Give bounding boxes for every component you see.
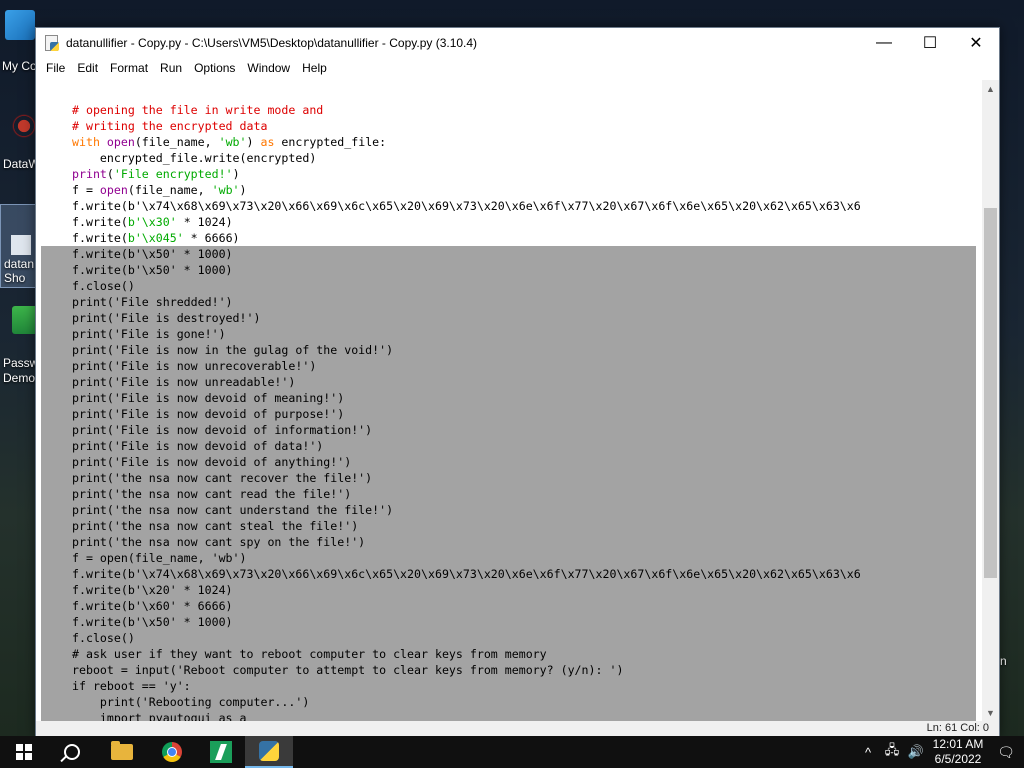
- vertical-scrollbar[interactable]: ▲ ▼: [982, 80, 999, 721]
- code-line[interactable]: f.close(): [41, 630, 976, 646]
- minimize-button[interactable]: —: [861, 28, 907, 58]
- file-explorer-button[interactable]: [98, 736, 146, 768]
- scrollbar-thumb[interactable]: [984, 208, 997, 578]
- code-line[interactable]: print('the nsa now cant read the file!'): [41, 486, 976, 502]
- menu-format[interactable]: Format: [104, 61, 154, 75]
- desktop-icon-label: datan Sho: [4, 257, 35, 285]
- computer-icon: [5, 10, 35, 40]
- desktop-icon-my-computer[interactable]: [0, 10, 40, 42]
- clock-time: 12:01 AM: [932, 737, 984, 751]
- code-line[interactable]: f.write(b'\x50' * 1000): [41, 246, 976, 262]
- network-icon[interactable]: 🖧: [880, 741, 904, 763]
- datawiper-taskbar-button[interactable]: [197, 736, 245, 768]
- code-line[interactable]: print('File is now devoid of anything!'): [41, 454, 976, 470]
- code-line[interactable]: f.close(): [41, 278, 976, 294]
- code-line[interactable]: f.write(b'\x60' * 6666): [41, 598, 976, 614]
- code-line[interactable]: f = open(file_name, 'wb'): [41, 182, 976, 198]
- code-line[interactable]: print('File shredded!'): [41, 294, 976, 310]
- windows-logo-icon: [16, 744, 32, 760]
- desktop-icon-label: My Co: [2, 59, 37, 73]
- code-line[interactable]: f.write(b'\x74\x68\x69\x73\x20\x66\x69\x…: [41, 198, 976, 214]
- taskbar: ^ 🖧 🔊 12:01 AM 6/5/2022 🗨: [0, 736, 1024, 768]
- maximize-button[interactable]: ☐: [907, 28, 953, 58]
- desktop-icon-label: Passw Demo: [3, 356, 39, 385]
- menu-help[interactable]: Help: [296, 61, 333, 75]
- code-line[interactable]: print('the nsa now cant steal the file!'…: [41, 518, 976, 534]
- shortcut-icon: [11, 235, 31, 255]
- code-line[interactable]: print('the nsa now cant spy on the file!…: [41, 534, 976, 550]
- clock[interactable]: 12:01 AM 6/5/2022: [928, 737, 988, 767]
- code-line[interactable]: print('File is now devoid of purpose!'): [41, 406, 976, 422]
- code-line[interactable]: print('File is now unreadable!'): [41, 374, 976, 390]
- code-line[interactable]: f.write(b'\x50' * 1000): [41, 614, 976, 630]
- start-button[interactable]: [0, 736, 48, 768]
- code-line[interactable]: print('the nsa now cant recover the file…: [41, 470, 976, 486]
- code-line[interactable]: print('File is gone!'): [41, 326, 976, 342]
- title-bar[interactable]: datanullifier - Copy.py - C:\Users\VM5\D…: [36, 28, 999, 58]
- menu-file[interactable]: File: [40, 61, 71, 75]
- menu-options[interactable]: Options: [188, 61, 241, 75]
- search-button[interactable]: [48, 736, 96, 768]
- menu-edit[interactable]: Edit: [71, 61, 104, 75]
- code-line[interactable]: f = open(file_name, 'wb'): [41, 550, 976, 566]
- code-line[interactable]: f.write(b'\x045' * 6666): [41, 230, 976, 246]
- folder-icon: [111, 741, 133, 760]
- code-line[interactable]: print('Rebooting computer...'): [41, 694, 976, 710]
- scroll-up-arrow-icon[interactable]: ▲: [982, 80, 999, 97]
- datawiper-app-icon: [210, 741, 232, 763]
- code-line[interactable]: print('File is now devoid of meaning!'): [41, 390, 976, 406]
- code-line[interactable]: # ask user if they want to reboot comput…: [41, 646, 976, 662]
- menu-window[interactable]: Window: [241, 61, 296, 75]
- code-line[interactable]: if reboot == 'y':: [41, 678, 976, 694]
- menu-run[interactable]: Run: [154, 61, 188, 75]
- cursor-position: Ln: 61 Col: 0: [926, 722, 989, 734]
- status-bar: Ln: 61 Col: 0: [36, 721, 999, 737]
- desktop-edge-text: n: [1000, 654, 1007, 668]
- code-line[interactable]: f.write(b'\x74\x68\x69\x73\x20\x66\x69\x…: [41, 566, 976, 582]
- code-line[interactable]: reboot = input('Reboot computer to attem…: [41, 662, 976, 678]
- datawiper-icon: [10, 112, 38, 140]
- chrome-icon: [162, 742, 182, 762]
- chrome-button[interactable]: [148, 736, 196, 768]
- code-line[interactable]: import pyautogui as a: [41, 710, 976, 721]
- code-line[interactable]: print('File is destroyed!'): [41, 310, 976, 326]
- menu-bar: File Edit Format Run Options Window Help: [36, 58, 999, 78]
- code-line[interactable]: print('File encrypted!'): [41, 166, 976, 182]
- idle-editor-window: datanullifier - Copy.py - C:\Users\VM5\D…: [35, 27, 1000, 738]
- code-line[interactable]: print('File is now in the gulag of the v…: [41, 342, 976, 358]
- code-line[interactable]: print('File is now unrecoverable!'): [41, 358, 976, 374]
- volume-icon[interactable]: 🔊: [904, 744, 928, 760]
- clock-date: 6/5/2022: [934, 752, 982, 766]
- code-line[interactable]: print('File is now devoid of data!'): [41, 438, 976, 454]
- python-idle-taskbar-button[interactable]: [245, 736, 293, 768]
- code-line[interactable]: # writing the encrypted data: [41, 118, 976, 134]
- search-icon: [64, 744, 80, 760]
- code-line[interactable]: f.write(b'\x20' * 1024): [41, 582, 976, 598]
- notification-center-icon[interactable]: 🗨: [988, 744, 1024, 761]
- code-text-area[interactable]: # opening the file in write mode and # wr…: [41, 102, 976, 721]
- python-icon: [259, 741, 279, 761]
- code-line[interactable]: f.write(b'\x50' * 1000): [41, 262, 976, 278]
- system-tray: ^ 🖧 🔊 12:01 AM 6/5/2022 🗨: [856, 736, 1024, 768]
- code-line[interactable]: print('File is now devoid of information…: [41, 422, 976, 438]
- code-line[interactable]: print('the nsa now cant understand the f…: [41, 502, 976, 518]
- code-line[interactable]: with open(file_name, 'wb') as encrypted_…: [41, 134, 976, 150]
- show-hidden-icons-chevron-icon[interactable]: ^: [856, 745, 880, 760]
- code-editor[interactable]: # opening the file in write mode and # wr…: [36, 80, 981, 721]
- code-line[interactable]: encrypted_file.write(encrypted): [41, 150, 976, 166]
- scroll-down-arrow-icon[interactable]: ▼: [982, 704, 999, 721]
- code-line[interactable]: f.write(b'\x30' * 1024): [41, 214, 976, 230]
- code-line[interactable]: # opening the file in write mode and: [41, 102, 976, 118]
- window-title: datanullifier - Copy.py - C:\Users\VM5\D…: [66, 36, 478, 50]
- python-file-icon: [44, 35, 60, 51]
- close-button[interactable]: ✕: [953, 28, 999, 58]
